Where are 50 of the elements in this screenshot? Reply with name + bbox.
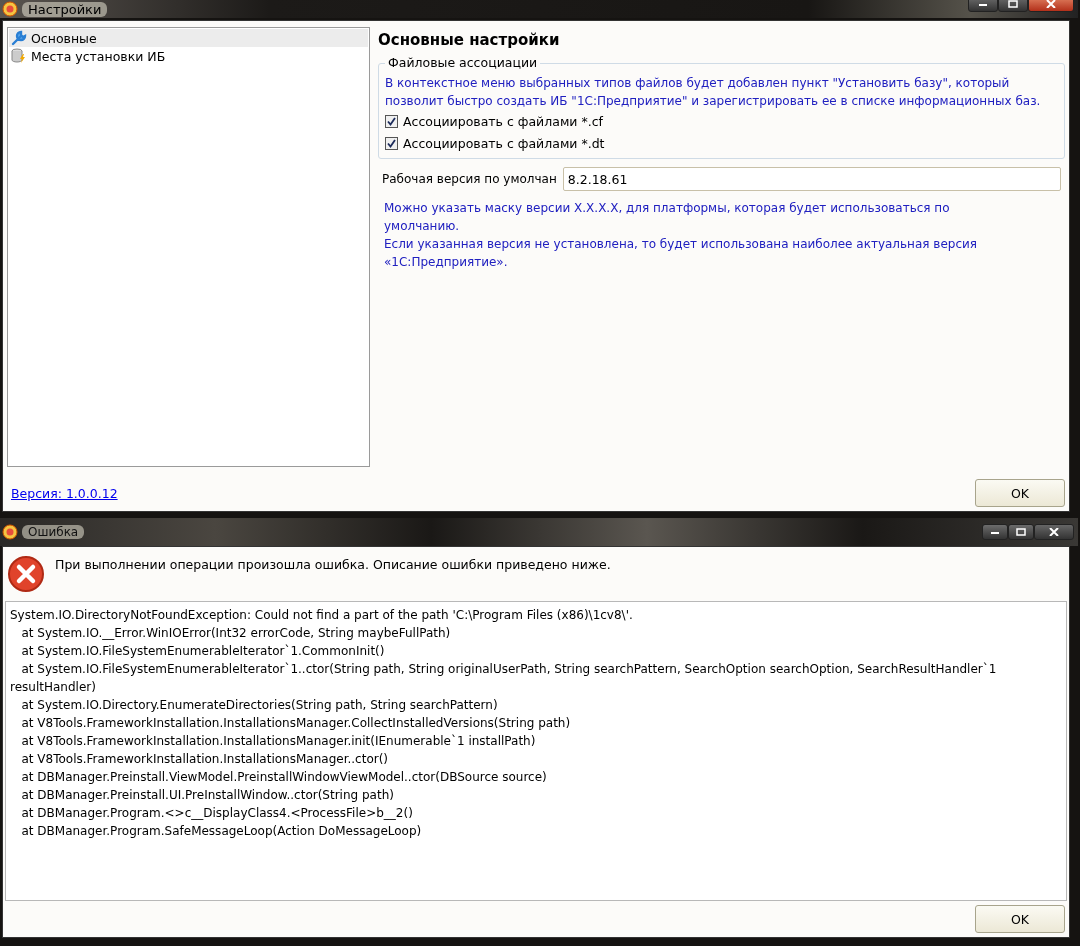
- close-icon: [1049, 528, 1059, 536]
- checkbox[interactable]: [385, 136, 398, 150]
- stack-trace-line: at DBManager.Preinstall.ViewModel.PreinstallWindowViewModel..ctor(DBSource source): [20, 769, 548, 786]
- maximize-icon: [1008, 0, 1018, 8]
- ok-button[interactable]: OK: [975, 479, 1065, 507]
- field-label: Рабочая версия по умолчан: [382, 172, 557, 186]
- error-message: При выполнении операции произошла ошибка. Описание ошибки приведено ниже.: [55, 557, 611, 572]
- checkbox-label: Ассоциировать с файлами *.cf: [403, 113, 603, 129]
- tree-item[interactable]: Места установки ИБ: [9, 47, 368, 65]
- checkmark-icon: [387, 138, 396, 148]
- app-logo-icon: [2, 524, 18, 540]
- stack-trace-line: at V8Tools.FrameworkInstallation.InstallationsManager..ctor(): [20, 751, 390, 768]
- stack-trace-line: at V8Tools.FrameworkInstallation.InstallationsManager.init(IEnumerable`1 installPath): [20, 733, 537, 750]
- minimize-icon: [978, 1, 988, 7]
- close-button[interactable]: [1028, 0, 1074, 12]
- window-title: Настройки: [22, 1, 108, 17]
- stack-trace-line: at System.IO.__Error.WinIOError(Int32 errorCode, String maybeFullPath): [20, 625, 452, 642]
- checkbox-label: Ассоциировать с файлами *.dt: [403, 135, 605, 151]
- group-legend: Файловые ассоциации: [385, 55, 541, 70]
- close-button[interactable]: [1034, 524, 1074, 540]
- stack-trace-line: System.IO.DirectoryNotFoundException: Could not find a part of the path 'C:\Program Files (x86)\1cv8\'.: [10, 607, 634, 624]
- stack-trace-line: at System.IO.FileSystemEnumerableIterator`1..ctor(String path, String originalUserPath, String searchPattern, SearchOption searchOption, SearchResultHandler`1 resultHandler): [10, 661, 998, 696]
- maximize-button[interactable]: [1008, 524, 1034, 540]
- version-link[interactable]: Версия: 1.0.0.12: [7, 485, 118, 501]
- minimize-button[interactable]: [982, 524, 1008, 540]
- hint-text: Если указанная версия не установлена, то будет использована наиболее актуальная версия «1С:Предприятие».: [383, 236, 979, 271]
- version-field[interactable]: 8.2.18.61: [562, 167, 1061, 191]
- stack-trace-line: at V8Tools.FrameworkInstallation.InstallationsManager.CollectInstalledVersions(String path): [20, 715, 572, 732]
- stack-trace-line: at DBManager.Program.<>c__DisplayClass4.<ProcessFile>b__2(): [20, 805, 414, 822]
- hint-text: Можно указать маску версии X.X.X.X, для платформы, которая будет использоваться по умолчанию.: [383, 200, 951, 235]
- wrench-icon: [11, 30, 27, 46]
- description-text: В контекстное меню выбранных типов файлов будет добавлен пункт "Установить базу", который позволит быстро создать ИБ "1С:Предприятие" и зарегистрировать ее в списке информационных баз.: [385, 75, 1042, 110]
- ok-button[interactable]: OK: [975, 905, 1065, 933]
- stack-trace-line: at System.IO.Directory.EnumerateDirectories(String path, String searchPattern): [20, 697, 499, 714]
- stack-trace-line: at System.IO.FileSystemEnumerableIterator`1.CommonInit(): [20, 643, 386, 660]
- stack-trace-line: at DBManager.Preinstall.UI.PreInstallWindow..ctor(String path): [20, 787, 395, 804]
- close-icon: [1046, 0, 1056, 8]
- maximize-icon: [1016, 528, 1026, 536]
- checkmark-icon: [387, 116, 396, 126]
- tree-item[interactable]: Основные: [9, 29, 368, 47]
- minimize-icon: [990, 529, 1000, 535]
- window-title: Ошибка: [22, 525, 85, 539]
- section-heading: Основные настройки: [378, 31, 561, 49]
- maximize-button[interactable]: [998, 0, 1028, 12]
- checkbox[interactable]: [385, 114, 398, 128]
- app-logo-icon: [2, 1, 18, 17]
- minimize-button[interactable]: [968, 0, 998, 12]
- error-icon: [7, 555, 45, 593]
- database-icon: [11, 48, 27, 64]
- stack-trace-line: at DBManager.Program.SafeMessageLoop(Action DoMessageLoop): [20, 823, 423, 840]
